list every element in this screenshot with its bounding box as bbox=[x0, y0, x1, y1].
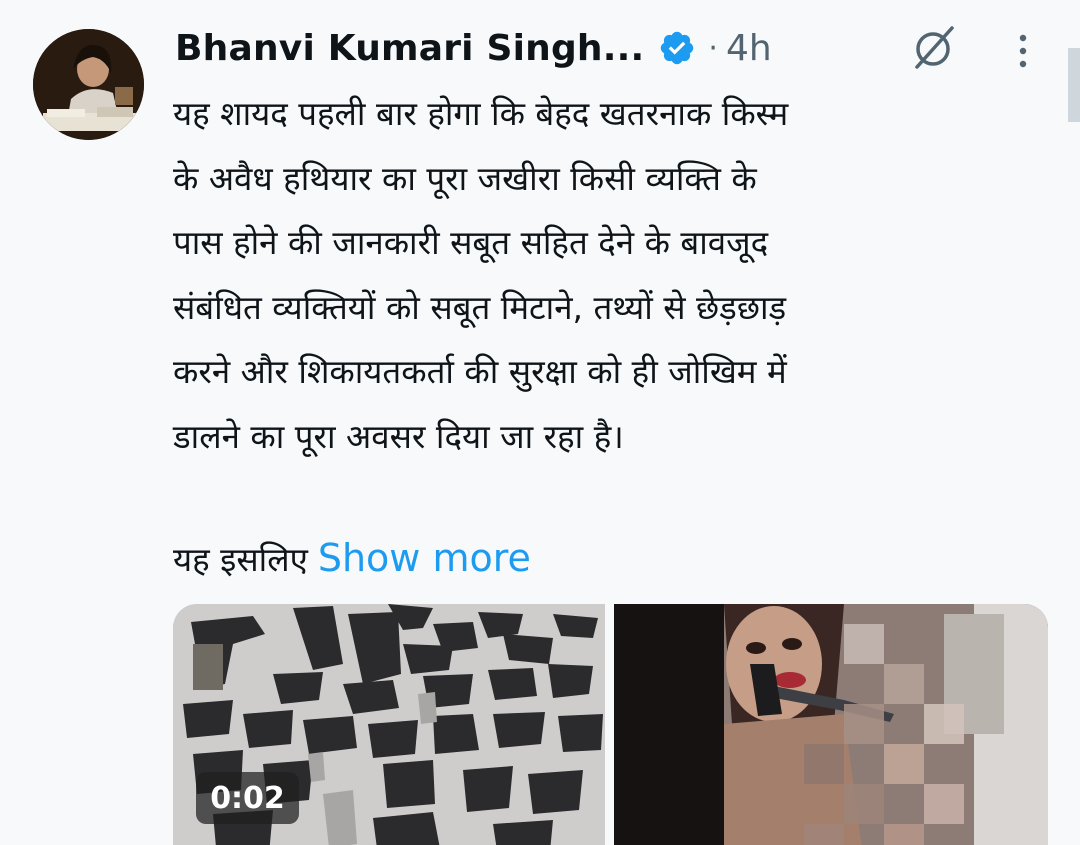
avatar[interactable] bbox=[33, 29, 144, 140]
grok-icon[interactable] bbox=[908, 22, 958, 72]
tweet[interactable]: Bhanvi Kumari Singh... · 4h यह शायद पहली… bbox=[0, 0, 1080, 845]
tweet-text-line: करने और शिकायतकर्ता की सुरक्षा को ही जोख… bbox=[173, 352, 787, 391]
more-vertical-icon[interactable] bbox=[1010, 30, 1036, 72]
show-more-link[interactable]: Show more bbox=[318, 536, 531, 580]
tweet-text-line: पास होने की जानकारी सबूत सहित देने के बा… bbox=[173, 223, 769, 262]
author-name[interactable]: Bhanvi Kumari Singh... bbox=[175, 28, 644, 69]
avatar-image bbox=[33, 29, 144, 140]
tweet-header: Bhanvi Kumari Singh... · 4h bbox=[175, 22, 772, 74]
tweet-text-line: संबंधित व्यक्तियों को सबूत मिटाने, तथ्यो… bbox=[173, 287, 787, 327]
continuation-text: यह इसलिए bbox=[173, 539, 308, 579]
separator-dot: · bbox=[708, 30, 718, 66]
video-duration-badge: 0:02 bbox=[196, 772, 299, 824]
timestamp[interactable]: 4h bbox=[726, 28, 772, 69]
scrollbar bbox=[1068, 48, 1080, 122]
tweet-text-line: डालने का पूरा अवसर दिया जा रहा है। bbox=[173, 416, 624, 456]
photo-thumbnail[interactable] bbox=[614, 604, 1048, 845]
tweet-text-line: के अवैध हथियार का पूरा जखीरा किसी व्यक्त… bbox=[173, 158, 757, 198]
verified-badge-icon bbox=[658, 29, 696, 67]
tweet-text-line: यह शायद पहली बार होगा कि बेहद खतरनाक किस… bbox=[173, 94, 789, 133]
tweet-text: यह शायद पहली बार होगा कि बेहद खतरनाक किस… bbox=[173, 82, 1053, 469]
tweet-continuation: यह इसलिए Show more bbox=[173, 526, 531, 590]
